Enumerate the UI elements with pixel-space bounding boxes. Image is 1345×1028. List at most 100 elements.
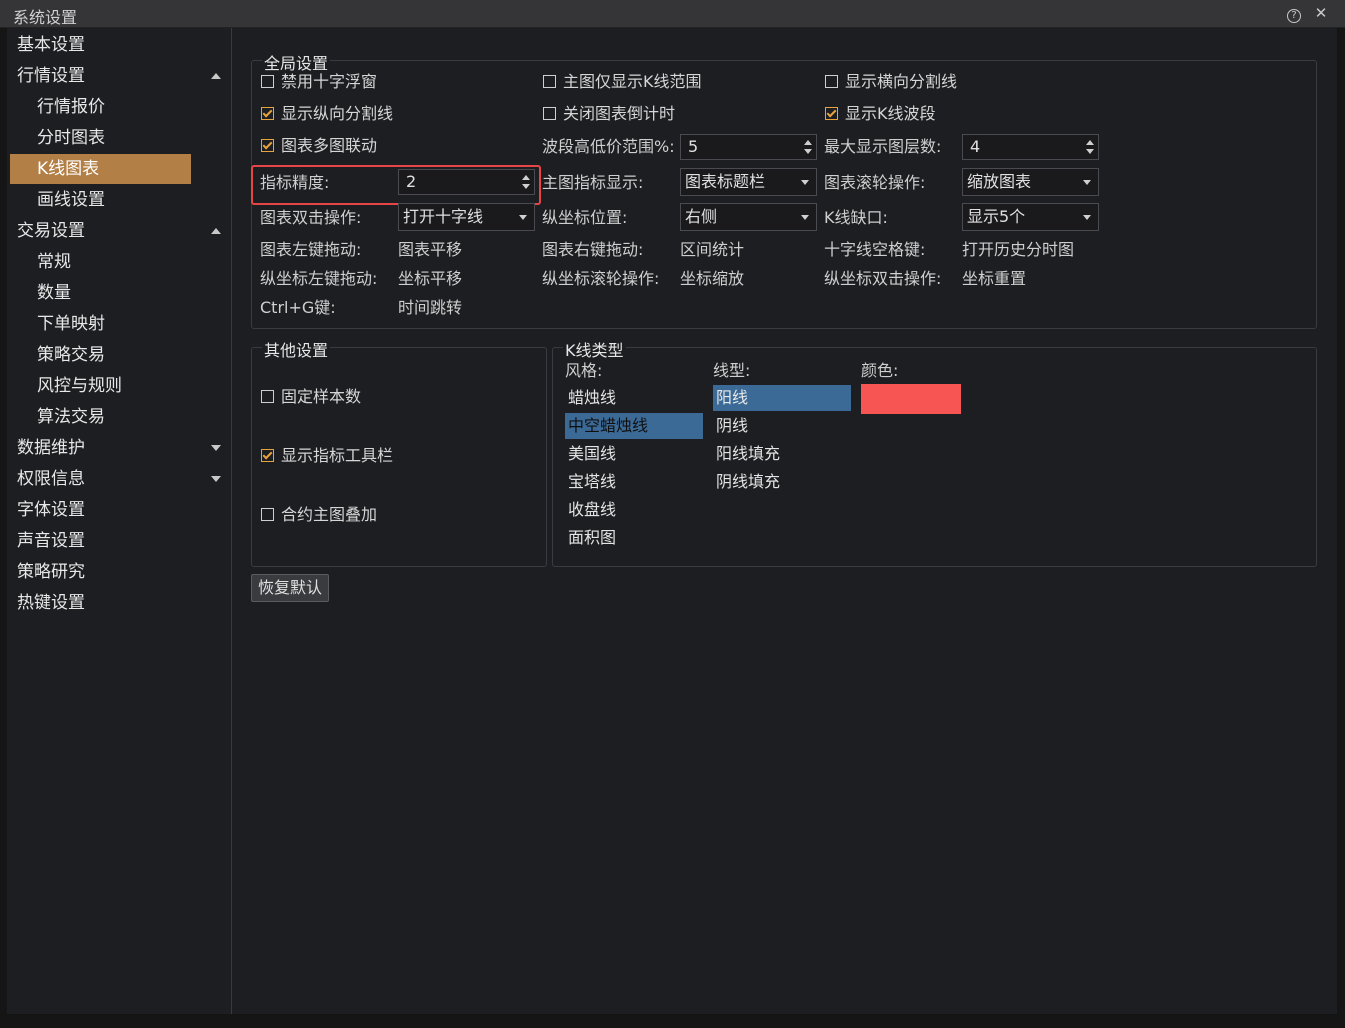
chart-link-checkbox[interactable]: 图表多图联动 [261, 135, 377, 157]
y-axis-position-select[interactable]: 右侧 [680, 203, 817, 231]
sidebar-item[interactable]: 热键设置 [17, 588, 227, 618]
kline-line-item[interactable]: 阳线填充 [713, 441, 851, 467]
restore-default-button[interactable]: 恢复默认 [251, 574, 329, 602]
sidebar-item-label: 下单映射 [37, 314, 105, 334]
checkbox-checked-icon [261, 138, 274, 152]
static-value: 区间统计 [680, 240, 745, 259]
kline-style-item[interactable]: 美国线 [565, 441, 703, 467]
kline-type-title: K线类型 [563, 337, 626, 361]
expand-arrow-icon[interactable] [211, 476, 221, 482]
static-value: 坐标平移 [398, 269, 463, 288]
sidebar-item[interactable]: 画线设置 [37, 185, 187, 215]
sidebar-item[interactable]: 权限信息 [17, 464, 227, 494]
sidebar-item[interactable]: 策略交易 [37, 340, 187, 370]
settings-sidebar: 基本设置 行情设置行情报价分时图表 K线图表画线设置交易设置 常规 数量下单映射策略交易… [7, 28, 232, 1014]
sidebar-item[interactable]: 数量 [37, 278, 187, 308]
background-chart-bottom-strip [0, 1015, 1345, 1028]
sidebar-item[interactable]: 风控与规则 [37, 371, 187, 401]
other-settings-title: 其他设置 [262, 337, 331, 361]
sidebar-item[interactable]: 声音设置 [17, 526, 227, 556]
color-column-label: 颜色: [861, 361, 899, 380]
sidebar-item-label: 风控与规则 [37, 376, 122, 396]
sidebar-item[interactable]: 下单映射 [37, 309, 187, 339]
kline-style-item[interactable]: 中空蜡烛线 [565, 413, 703, 439]
background-chart-right-strip [1338, 28, 1345, 1028]
expand-arrow-icon[interactable] [211, 445, 221, 451]
sidebar-item-label: 行情报价 [37, 97, 105, 117]
checkbox-checked-icon [261, 448, 274, 462]
sidebar-item[interactable]: 行情报价 [37, 92, 187, 122]
spin-arrows-icon[interactable] [803, 137, 813, 157]
kline-line-item[interactable]: 阳线 [713, 385, 851, 411]
static-value: 坐标缩放 [680, 269, 745, 288]
checkbox-icon [261, 389, 274, 403]
static-label: 纵坐标双击操作: [824, 269, 942, 288]
kline-style-item[interactable]: 宝塔线 [565, 469, 703, 495]
collapse-arrow-icon[interactable] [211, 73, 221, 79]
sidebar-item[interactable]: 策略研究 [17, 557, 227, 587]
checkbox-icon [825, 74, 838, 88]
show-h-divider-checkbox[interactable]: 显示横向分割线 [825, 71, 957, 93]
window-title: 系统设置 [13, 8, 78, 27]
show-indicator-toolbar-checkbox[interactable]: 显示指标工具栏 [261, 445, 393, 467]
main-kline-range-checkbox[interactable]: 主图仅显示K线范围 [543, 71, 702, 93]
sidebar-item[interactable]: 行情设置 [17, 61, 227, 91]
sidebar-item[interactable]: K线图表 [10, 154, 191, 184]
sidebar-item[interactable]: 常规 [37, 247, 187, 277]
kline-line-item[interactable]: 阴线 [713, 413, 851, 439]
chevron-down-icon [1083, 215, 1091, 220]
static-value: 打开历史分时图 [962, 240, 1075, 259]
sidebar-item-label: 权限信息 [17, 469, 85, 489]
contract-overlay-checkbox[interactable]: 合约主图叠加 [261, 504, 377, 526]
main-indicator-display-select[interactable]: 图表标题栏 [680, 168, 817, 196]
sidebar-item-label: 字体设置 [17, 500, 85, 520]
show-kline-wave-checkbox[interactable]: 显示K线波段 [825, 103, 936, 125]
sidebar-item[interactable]: 交易设置 [17, 216, 227, 246]
double-click-select[interactable]: 打开十字线 [398, 203, 535, 231]
wave-range-spinbox[interactable]: 5 [680, 134, 817, 160]
static-label: 图表右键拖动: [542, 240, 644, 259]
sidebar-item-label: 数据维护 [17, 438, 85, 458]
background-chart-left-strip [0, 28, 7, 1028]
close-icon[interactable]: ✕ [1312, 4, 1330, 22]
max-layers-spinbox[interactable]: 4 [962, 134, 1099, 160]
help-icon[interactable]: ? [1285, 4, 1303, 23]
sidebar-item[interactable]: 数据维护 [17, 433, 227, 463]
chevron-down-icon [519, 215, 527, 220]
sidebar-item-label: 分时图表 [37, 128, 105, 148]
line-column-label: 线型: [713, 361, 751, 380]
sidebar-item-label: 画线设置 [37, 190, 105, 210]
fixed-samples-checkbox[interactable]: 固定样本数 [261, 386, 361, 408]
wheel-action-select[interactable]: 缩放图表 [962, 168, 1099, 196]
chevron-down-icon [1083, 180, 1091, 185]
kline-color-swatch[interactable] [861, 384, 961, 414]
indicator-precision-highlight [251, 165, 541, 205]
sidebar-item[interactable]: 字体设置 [17, 495, 227, 525]
close-countdown-checkbox[interactable]: 关闭图表倒计时 [543, 103, 675, 125]
chevron-down-icon [801, 215, 809, 220]
sidebar-item[interactable]: 基本设置 [17, 30, 227, 60]
sidebar-item[interactable]: 分时图表 [37, 123, 187, 153]
title-bar: 系统设置 ? ✕ [0, 0, 1345, 28]
kline-style-item[interactable]: 收盘线 [565, 497, 703, 523]
static-value: 时间跳转 [398, 298, 463, 317]
sidebar-item-label: 策略交易 [37, 345, 105, 365]
kline-line-item[interactable]: 阴线填充 [713, 469, 851, 495]
kline-style-item[interactable]: 蜡烛线 [565, 385, 703, 411]
spin-arrows-icon[interactable] [1085, 137, 1095, 157]
checkbox-checked-icon [825, 106, 838, 120]
kline-gap-select[interactable]: 显示5个 [962, 203, 1099, 231]
kline-gap-label: K线缺口: [824, 208, 888, 227]
collapse-arrow-icon[interactable] [211, 228, 221, 234]
static-value: 图表平移 [398, 240, 463, 259]
static-label: 十字线空格键: [824, 240, 926, 259]
wheel-action-label: 图表滚轮操作: [824, 173, 926, 192]
show-v-divider-checkbox[interactable]: 显示纵向分割线 [261, 103, 393, 125]
checkbox-icon [261, 74, 274, 88]
double-click-label: 图表双击操作: [260, 208, 362, 227]
disable-crosshair-checkbox[interactable]: 禁用十字浮窗 [261, 71, 377, 93]
sidebar-item-label: 算法交易 [37, 407, 105, 427]
settings-main-panel: 全局设置 禁用十字浮窗 主图仅显示K线范围 显示横向分割线 显示纵向分割线 关闭… [232, 28, 1337, 1014]
kline-style-item[interactable]: 面积图 [565, 525, 703, 551]
sidebar-item[interactable]: 算法交易 [37, 402, 187, 432]
